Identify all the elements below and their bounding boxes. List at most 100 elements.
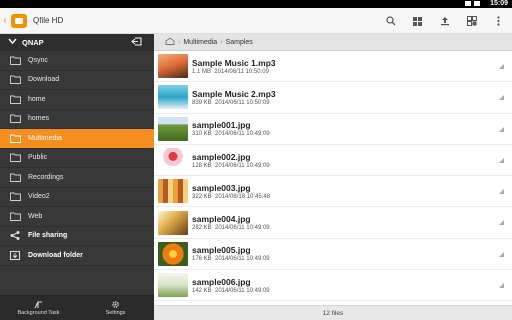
folder-icon — [10, 212, 21, 221]
download-icon — [10, 250, 21, 260]
toolbar-actions — [377, 8, 512, 34]
sidebar-item-label: homes — [28, 115, 50, 123]
file-info: sample002.jpg 128 KB 2014/06/11 10:49:09 — [192, 152, 270, 169]
action-bar: ‹ Qfile HD — [0, 8, 512, 34]
settings-button[interactable]: Settings — [77, 296, 154, 320]
file-meta: 282 KB 2014/06/11 10:49:09 — [192, 225, 270, 232]
sidebar-item-label: Download — [28, 76, 60, 84]
upload-icon[interactable] — [431, 8, 458, 34]
sidebar-item-label: home — [28, 95, 46, 103]
folder-icon — [10, 134, 21, 143]
sidebar-item-web[interactable]: Web — [0, 207, 154, 227]
sidebar-item-label: Web — [28, 212, 43, 220]
share-icon — [10, 231, 21, 241]
sidebar: QNAP Qsync Download home homes Multimedia Pub… — [0, 34, 154, 320]
grid-icon[interactable] — [404, 8, 431, 34]
sync-folder-icon — [10, 56, 21, 65]
file-meta: 839 KB 2014/06/11 10:50:09 — [192, 99, 270, 106]
sidebar-item-download[interactable]: Download — [0, 71, 154, 90]
back-chevron-icon[interactable]: ‹ — [1, 15, 9, 26]
file-name: sample006.jpg — [192, 276, 251, 287]
row-menu-arrow-icon[interactable] — [499, 251, 504, 257]
app-title: Qfile HD — [33, 16, 64, 25]
album-art-thumbnail — [158, 85, 188, 110]
breadcrumb-separator: › — [178, 38, 181, 46]
sidebar-item-qsync[interactable]: Qsync — [0, 51, 154, 71]
file-sharing-item[interactable]: File sharing — [0, 227, 154, 246]
status-bar: 15:09 — [0, 0, 512, 8]
home-icon[interactable] — [165, 37, 175, 47]
server-icon — [8, 38, 17, 47]
row-menu-arrow-icon[interactable] — [499, 157, 504, 163]
search-icon[interactable] — [377, 8, 404, 34]
row-menu-arrow-icon[interactable] — [499, 126, 504, 132]
file-info: Sample Music 1.mp3 1.1 MB 2014/06/11 10:5… — [192, 58, 276, 75]
background-task-button[interactable]: Background Task — [0, 296, 77, 320]
sidebar-item-label: Qsync — [28, 56, 48, 64]
file-list: Sample Music 1.mp3 1.1 MB 2014/06/11 10:5… — [154, 51, 512, 305]
row-menu-arrow-icon[interactable] — [499, 95, 504, 101]
file-name: sample003.jpg — [192, 182, 251, 193]
file-name: sample004.jpg — [192, 214, 251, 225]
file-meta: 128 KB 2014/06/11 10:49:09 — [192, 162, 270, 169]
file-meta: 142 KB 2014/06/11 10:49:09 — [192, 287, 270, 294]
sidebar-item-video2[interactable]: Video2 — [0, 188, 154, 207]
file-row[interactable]: Sample Music 1.mp3 1.1 MB 2014/06/11 10:5… — [154, 51, 512, 83]
sidebar-item-recordings[interactable]: Recordings — [0, 168, 154, 188]
row-menu-arrow-icon[interactable] — [499, 189, 504, 195]
qfile-app-icon[interactable] — [11, 13, 27, 28]
image-thumbnail — [158, 148, 188, 173]
image-thumbnail — [158, 210, 188, 235]
server-header[interactable]: QNAP — [0, 34, 154, 51]
row-menu-arrow-icon[interactable] — [499, 283, 504, 289]
file-name: sample002.jpg — [192, 151, 251, 162]
sidebar-item-multimedia[interactable]: Multimedia — [0, 129, 154, 149]
sidebar-bottom-bar: Background Task Settings — [0, 295, 154, 320]
file-row[interactable]: Sample Music 2.mp3 839 KB 2014/06/11 10:5… — [154, 82, 512, 114]
row-menu-arrow-icon[interactable] — [499, 220, 504, 226]
file-info: sample003.jpg 322 KB 2014/08/18 10:45:48 — [192, 183, 270, 200]
background-task-icon — [34, 301, 42, 309]
settings-label: Settings — [105, 310, 126, 316]
folder-list: Qsync Download home homes Multimedia Public Re… — [0, 51, 154, 227]
file-browser-panel: › Multimedia › Samples Sample Music 1.mp… — [154, 34, 512, 320]
file-count-footer: 12 files — [154, 305, 512, 320]
file-row[interactable]: sample006.jpg 142 KB 2014/06/11 10:49:09 — [154, 270, 512, 302]
server-name: QNAP — [22, 38, 44, 47]
sidebar-item-home[interactable]: home — [0, 90, 154, 110]
system-icons — [465, 1, 480, 6]
file-row[interactable]: sample004.jpg 282 KB 2014/06/11 10:49:09 — [154, 207, 512, 239]
image-thumbnail — [158, 179, 188, 204]
file-meta: 1.1 MB 2014/06/11 10:50:09 — [192, 68, 269, 75]
breadcrumb-multimedia[interactable]: Multimedia — [183, 39, 217, 46]
file-row[interactable]: sample001.jpg 310 KB 2014/06/11 10:49:09 — [154, 114, 512, 145]
file-name: sample005.jpg — [192, 245, 251, 256]
logout-icon[interactable] — [131, 37, 142, 48]
breadcrumb-samples[interactable]: Samples — [226, 39, 253, 46]
status-time: 15:09 — [490, 0, 508, 7]
file-info: sample001.jpg 310 KB 2014/06/11 10:49:09 — [192, 120, 270, 137]
image-thumbnail — [158, 273, 188, 298]
breadcrumb-separator: › — [220, 38, 223, 46]
file-row[interactable]: sample005.jpg 176 KB 2014/06/11 10:49:09 — [154, 239, 512, 271]
folder-icon — [10, 153, 21, 163]
download-folder-item[interactable]: Download folder — [0, 246, 154, 266]
gear-icon — [112, 301, 119, 308]
overflow-menu-icon[interactable] — [485, 8, 512, 34]
file-info: sample004.jpg 282 KB 2014/06/11 10:49:09 — [192, 214, 270, 231]
folder-icon — [10, 95, 21, 104]
file-row[interactable]: sample003.jpg 322 KB 2014/08/18 10:45:48 — [154, 176, 512, 208]
sidebar-item-public[interactable]: Public — [0, 149, 154, 168]
sidebar-item-label: Video2 — [28, 193, 50, 201]
image-thumbnail — [158, 116, 188, 141]
file-name: Sample Music 1.mp3 — [192, 57, 276, 68]
file-row[interactable]: sample002.jpg 128 KB 2014/06/11 10:49:09 — [154, 145, 512, 177]
file-info: sample005.jpg 176 KB 2014/06/11 10:49:09 — [192, 245, 270, 262]
folder-icon — [10, 192, 21, 202]
multi-select-icon[interactable] — [458, 8, 485, 34]
file-name: sample001.jpg — [192, 120, 251, 131]
sidebar-item-homes[interactable]: homes — [0, 110, 154, 129]
background-task-label: Background Task — [17, 310, 60, 316]
folder-icon — [10, 114, 21, 124]
row-menu-arrow-icon[interactable] — [499, 64, 504, 69]
